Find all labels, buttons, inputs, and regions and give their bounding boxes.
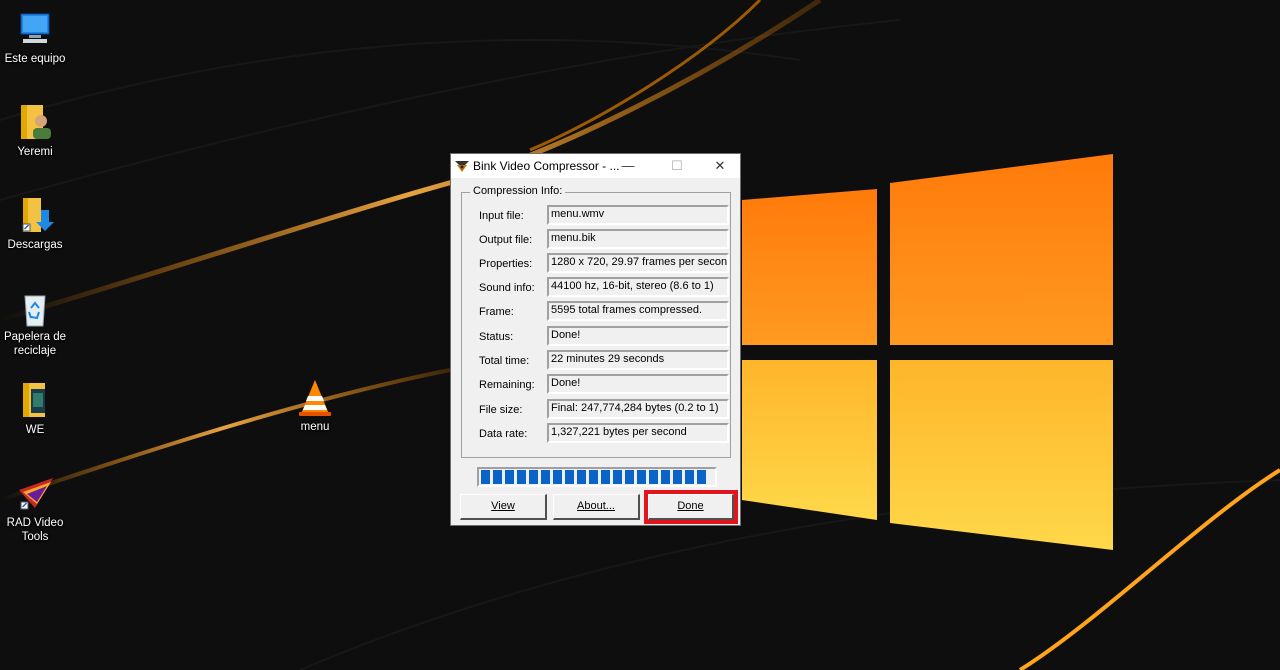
field-value: 44100 hz, 16-bit, stereo (8.6 to 1) [547, 277, 729, 297]
field-label: File size: [479, 404, 523, 416]
progress-segment [577, 470, 586, 484]
field-value: menu.wmv [547, 205, 729, 225]
desktop-icon-menu[interactable]: menu [280, 378, 350, 434]
folder-icon [23, 383, 45, 417]
field-label: Remaining: [479, 379, 535, 391]
progress-segment [553, 470, 562, 484]
vlc-icon [299, 380, 331, 416]
field-value: Final: 247,774,284 bytes (0.2 to 1) [547, 399, 729, 419]
field-value: 22 minutes 29 seconds [547, 350, 729, 370]
progress-fill [481, 470, 706, 484]
compression-info-group: Compression Info: Input file: menu.wmv O… [461, 185, 731, 458]
minimize-button[interactable]: — [606, 154, 650, 178]
done-highlight-box [644, 490, 738, 524]
progress-segment [541, 470, 550, 484]
desktop-icon-we[interactable]: WE [0, 381, 70, 437]
progress-segment [637, 470, 646, 484]
desktop-icon-descargas[interactable]: Descargas [0, 196, 70, 252]
field-value: menu.bik [547, 229, 729, 249]
progress-segment [625, 470, 634, 484]
group-title: Compression Info: [470, 185, 566, 197]
progress-segment [493, 470, 502, 484]
bink-compressor-window: Bink Video Compressor - ... — ☐ ✕ Compre… [450, 153, 741, 526]
field-label: Properties: [479, 258, 533, 270]
field-value: 1,327,221 bytes per second [547, 423, 729, 443]
view-button[interactable]: View [460, 494, 547, 520]
field-label: Output file: [479, 234, 533, 246]
window-title: Bink Video Compressor - ... [473, 159, 620, 173]
field-label: Data rate: [479, 428, 528, 440]
downloads-folder-icon [22, 198, 54, 232]
field-label: Frame: [479, 306, 514, 318]
progress-segment [529, 470, 538, 484]
progress-segment [685, 470, 694, 484]
progress-segment [481, 470, 490, 484]
progress-segment [697, 470, 706, 484]
field-label: Input file: [479, 210, 524, 222]
progress-bar [477, 467, 717, 487]
progress-segment [589, 470, 598, 484]
progress-segment [661, 470, 670, 484]
desktop-icon-rad-video-tools[interactable]: RAD Video Tools [0, 474, 70, 544]
desktop-icon-este-equipo[interactable]: Este equipo [0, 10, 70, 66]
computer-icon [20, 13, 50, 43]
progress-segment [673, 470, 682, 484]
about-button[interactable]: About... [553, 494, 640, 520]
bink-app-icon [455, 161, 469, 172]
progress-segment [613, 470, 622, 484]
field-label: Sound info: [479, 282, 535, 294]
desktop-icon-yeremi[interactable]: Yeremi [0, 103, 70, 159]
field-label: Status: [479, 331, 514, 343]
user-folder-icon [21, 105, 51, 139]
field-label: Total time: [479, 355, 530, 367]
progress-segment [649, 470, 658, 484]
close-button[interactable]: ✕ [698, 154, 742, 178]
title-bar[interactable]: Bink Video Compressor - ... — ☐ ✕ [451, 154, 740, 178]
desktop-icon-papelera[interactable]: Papelera de reciclaje [0, 288, 70, 358]
progress-segment [517, 470, 526, 484]
rad-video-tools-icon [19, 478, 53, 510]
field-value: Done! [547, 326, 729, 346]
field-value: 5595 total frames compressed. [547, 301, 729, 321]
field-value: Done! [547, 374, 729, 394]
progress-segment [601, 470, 610, 484]
maximize-button[interactable]: ☐ [655, 154, 699, 178]
progress-segment [565, 470, 574, 484]
field-value: 1280 x 720, 29.97 frames per second [547, 253, 729, 273]
recycle-bin-icon [24, 295, 46, 327]
progress-segment [505, 470, 514, 484]
